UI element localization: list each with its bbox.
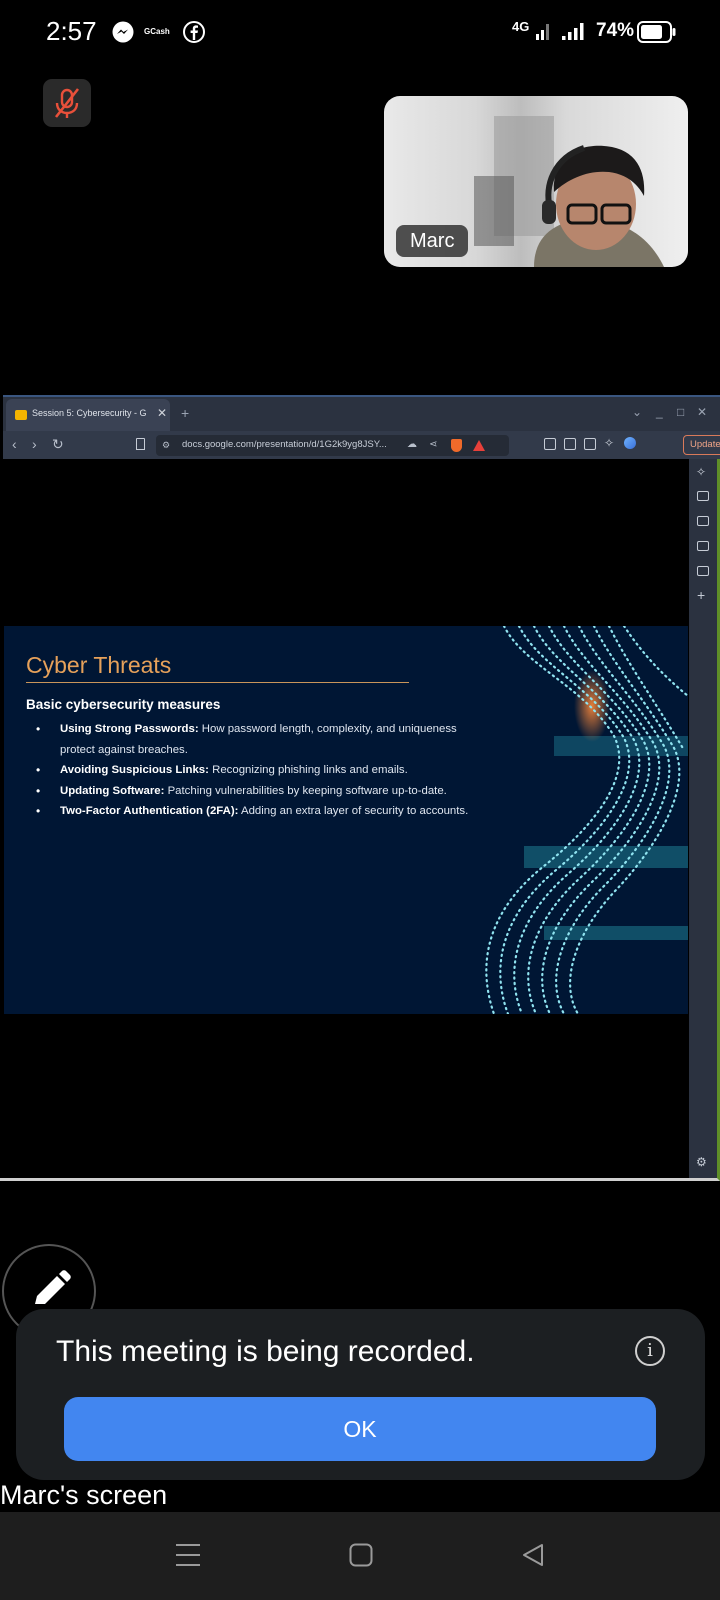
bullet-term: Two-Factor Authentication (2FA): <box>60 805 239 817</box>
share-icon[interactable]: ⋖ <box>429 439 437 450</box>
update-label: Update <box>690 439 720 450</box>
slide-title: Cyber Threats <box>26 652 172 678</box>
slide-bullet: Using Strong Passwords: How password len… <box>34 719 474 760</box>
slides-favicon-icon <box>15 410 27 420</box>
update-button[interactable]: Update ≡ <box>683 435 720 455</box>
home-icon[interactable] <box>349 1543 373 1567</box>
recent-apps-icon[interactable] <box>174 1542 202 1568</box>
participant-video-tile[interactable]: Marc <box>384 96 688 267</box>
new-tab-icon[interactable]: + <box>181 405 189 421</box>
tab-list-chevron-icon[interactable]: ⌄ <box>632 405 642 419</box>
minimize-icon[interactable]: _ <box>656 405 663 419</box>
status-time: 2:57 <box>46 16 97 46</box>
facebook-icon <box>183 21 205 43</box>
tab-title: Session 5: Cybersecurity - G <box>32 408 147 418</box>
browser-tab-bar: Session 5: Cybersecurity - G ✕ + ⌄ _ □ ✕ <box>3 395 720 431</box>
slide-dot-wave-graphic <box>485 626 688 1014</box>
back-nav-icon[interactable] <box>520 1542 546 1568</box>
bullet-text: Patching vulnerabilities by keeping soft… <box>164 784 447 797</box>
sidebar-add-icon[interactable]: + <box>697 587 705 603</box>
pencil-icon <box>35 1270 71 1304</box>
cloud-icon[interactable]: ☁ <box>407 439 417 450</box>
battery-percent: 74% <box>596 20 635 41</box>
battery-icon <box>637 21 676 43</box>
presentation-slide: Cyber Threats Basic cybersecurity measur… <box>4 626 688 1014</box>
sidebar-toggle-icon[interactable] <box>564 438 576 450</box>
extensions-icon[interactable] <box>544 438 556 450</box>
signal-strength-icon <box>562 23 584 40</box>
recording-notice-banner: This meeting is being recorded. i OK <box>16 1309 705 1480</box>
sidebar-settings-icon[interactable]: ⚙ <box>696 1155 707 1169</box>
screen-owner-label: Marc's screen <box>0 1480 168 1510</box>
slide-bullet: Two-Factor Authentication (2FA): Adding … <box>34 801 474 822</box>
url-text: docs.google.com/presentation/d/1G2k9yg8J… <box>182 439 387 450</box>
forward-icon[interactable]: › <box>32 436 37 452</box>
slide-title-underline <box>26 682 409 683</box>
network-type: 4G <box>512 19 530 34</box>
recording-message: This meeting is being recorded. <box>56 1335 475 1368</box>
sidebar-wallet-icon[interactable] <box>697 516 709 526</box>
sidebar-leo-icon[interactable]: ✧ <box>696 465 706 479</box>
slide-bullet: Updating Software: Patching vulnerabilit… <box>34 781 474 802</box>
maximize-icon[interactable]: □ <box>677 405 684 419</box>
gcash-icon: GCash <box>144 27 170 36</box>
bullet-term: Using Strong Passwords: <box>60 723 199 735</box>
ok-button[interactable]: OK <box>64 1397 656 1461</box>
leo-ai-icon[interactable]: ✧ <box>604 436 614 450</box>
system-navigation-bar <box>0 1512 720 1600</box>
close-window-icon[interactable]: ✕ <box>697 405 707 419</box>
slide-bullet: Avoiding Suspicious Links: Recognizing p… <box>34 760 474 781</box>
slide-bullet-list: Using Strong Passwords: How password len… <box>34 719 474 822</box>
bullet-term: Avoiding Suspicious Links: <box>60 764 209 776</box>
address-bar[interactable]: ⚙ docs.google.com/presentation/d/1G2k9yg… <box>156 435 509 456</box>
browser-tab[interactable]: Session 5: Cybersecurity - G ✕ <box>6 399 170 431</box>
site-info-icon[interactable]: ⚙ <box>162 440 170 451</box>
browser-toolbar: ‹ › ↻ ⚙ docs.google.com/presentation/d/1… <box>3 431 720 459</box>
back-icon[interactable]: ‹ <box>12 436 17 452</box>
vpn-icon[interactable] <box>624 437 636 449</box>
bullet-text: Adding an extra layer of security to acc… <box>238 805 469 817</box>
participant-name-label: Marc <box>396 225 469 257</box>
messenger-icon <box>112 21 134 43</box>
brave-rewards-icon[interactable] <box>473 440 485 451</box>
slide-subtitle: Basic cybersecurity measures <box>26 697 221 712</box>
sidebar-reading-list-icon[interactable] <box>697 491 709 501</box>
tab-close-icon[interactable]: ✕ <box>157 406 167 420</box>
status-bar: 2:57 GCash 4G 74% <box>0 0 720 64</box>
browser-sidebar: ✧ + ⚙ <box>689 459 717 1178</box>
wallet-icon[interactable] <box>584 438 596 450</box>
mic-muted-indicator[interactable] <box>43 79 91 127</box>
sidebar-bookmarks-icon[interactable] <box>697 541 709 551</box>
bullet-text: Recognizing phishing links and emails. <box>208 764 408 776</box>
bookmark-icon[interactable] <box>136 438 145 450</box>
sidebar-history-icon[interactable] <box>697 566 709 576</box>
info-icon[interactable]: i <box>635 1336 665 1366</box>
brave-shield-icon[interactable] <box>451 439 462 452</box>
mic-off-icon <box>54 88 80 118</box>
bullet-term: Updating Software: <box>60 784 165 797</box>
reload-icon[interactable]: ↻ <box>52 436 64 453</box>
signal-icon <box>536 24 549 40</box>
